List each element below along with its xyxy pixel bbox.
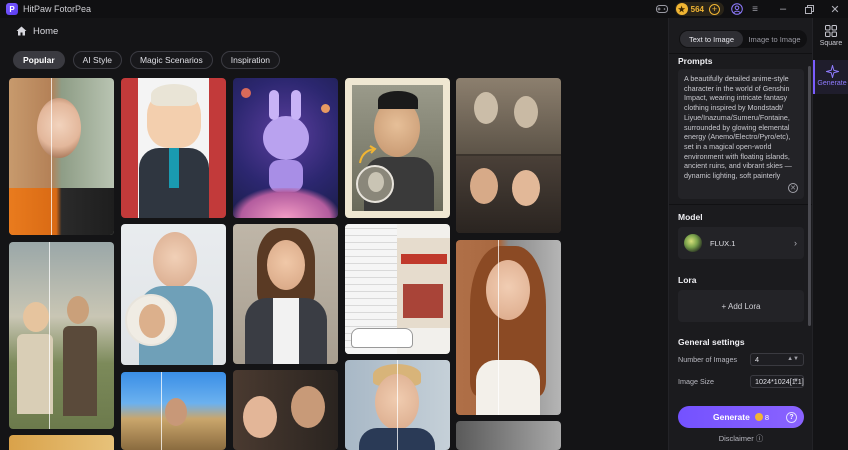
template-gallery <box>9 78 565 450</box>
close-button[interactable]: ✕ <box>822 0 848 18</box>
generate-cost-value: 8 <box>764 412 770 422</box>
menu-icon[interactable]: ≡ <box>748 2 762 16</box>
model-selector[interactable]: FLUX.1 › <box>678 227 804 259</box>
scrollbar-thumb[interactable] <box>808 66 811 326</box>
divider <box>669 53 813 54</box>
gallery-card[interactable] <box>345 360 450 450</box>
gallery-card[interactable] <box>121 224 226 365</box>
general-settings-label: General settings <box>678 337 745 347</box>
app-title: HitPaw FotorPea <box>23 4 92 14</box>
divider <box>669 204 813 205</box>
rail-item-square[interactable]: Square <box>813 24 848 54</box>
chevron-right-icon: › <box>794 238 797 248</box>
generate-panel: Text to Image Image to Image Prompts A b… <box>668 18 813 450</box>
coin-icon <box>754 413 763 421</box>
gallery-card[interactable] <box>9 78 114 235</box>
help-icon[interactable]: ? <box>786 411 797 423</box>
prompt-textarea[interactable]: A beautifully detailed anime-style chara… <box>678 69 804 199</box>
model-label: Model <box>678 212 703 222</box>
gallery-card[interactable] <box>121 78 226 218</box>
gallery-card[interactable] <box>456 78 561 233</box>
coin-icon: ★ <box>675 3 688 15</box>
lora-label: Lora <box>678 275 697 285</box>
gallery-card[interactable] <box>9 435 114 450</box>
home-link[interactable]: Home <box>33 26 58 37</box>
disclaimer-link[interactable]: Disclaimer ⓘ <box>669 433 813 444</box>
tab-ai-style[interactable]: AI Style <box>72 51 122 69</box>
rail-label-square: Square <box>819 40 843 47</box>
number-of-images-stepper[interactable]: 4 ▲▼ <box>750 352 804 366</box>
mode-switch: Text to Image Image to Image <box>679 30 807 48</box>
gallery-card[interactable] <box>121 372 226 450</box>
panel-scrollbar[interactable] <box>808 66 811 398</box>
sparkle-icon <box>825 64 839 78</box>
number-of-images-value: 4 <box>755 354 759 364</box>
coin-balance[interactable]: ★ 564 + <box>674 2 724 16</box>
add-coins-icon[interactable]: + <box>709 3 720 15</box>
grid-icon <box>824 24 838 38</box>
category-tabs: Popular AI Style Magic Scenarios Inspira… <box>13 51 281 69</box>
clear-prompt-icon[interactable]: ✕ <box>788 183 798 193</box>
add-lora-button[interactable]: + Add Lora <box>678 290 804 322</box>
generate-label: Generate <box>712 412 750 422</box>
info-icon: ⓘ <box>755 434 764 443</box>
chevron-down-icon: ▼ <box>793 378 799 384</box>
rail-label-generate: Generate <box>817 80 847 87</box>
tab-image-to-image[interactable]: Image to Image <box>743 31 806 47</box>
gallery-card[interactable] <box>233 370 338 450</box>
tab-magic-scenarios[interactable]: Magic Scenarios <box>129 51 213 69</box>
stepper-arrows-icon[interactable]: ▲▼ <box>787 356 799 362</box>
home-icon[interactable] <box>16 25 28 37</box>
coin-count: 564 <box>690 4 704 14</box>
right-rail: Square Generate <box>812 18 848 450</box>
app-logo-icon: P <box>6 3 18 15</box>
gallery-card[interactable] <box>345 224 450 354</box>
account-icon[interactable] <box>730 2 744 16</box>
gallery-card[interactable] <box>345 78 450 218</box>
title-bar: P HitPaw FotorPea ★ 564 + ≡ – ✕ <box>0 0 848 18</box>
model-thumbnail <box>684 234 702 252</box>
gallery-card[interactable] <box>456 240 561 415</box>
rail-item-generate[interactable]: Generate <box>813 60 848 94</box>
model-name: FLUX.1 <box>710 238 736 248</box>
number-of-images-row: Number of Images 4 ▲▼ <box>678 352 804 366</box>
gallery-card[interactable] <box>233 78 338 218</box>
image-size-label: Image Size <box>678 376 714 386</box>
tab-text-to-image[interactable]: Text to Image <box>680 31 743 47</box>
prompts-label: Prompts <box>678 56 713 66</box>
gallery-card[interactable] <box>456 421 561 450</box>
generate-button[interactable]: Generate 8 ? <box>678 406 804 428</box>
tab-inspiration[interactable]: Inspiration <box>220 51 281 69</box>
minimize-button[interactable]: – <box>770 0 796 18</box>
prompt-text[interactable]: A beautifully detailed anime-style chara… <box>684 74 798 182</box>
breadcrumb: Home <box>0 18 668 44</box>
disclaimer-label: Disclaimer <box>718 434 754 443</box>
image-size-select[interactable]: 1024*1024[1:1] ▼ <box>750 374 804 388</box>
image-size-row: Image Size 1024*1024[1:1] ▼ <box>678 374 804 388</box>
tab-popular[interactable]: Popular <box>13 51 65 69</box>
gallery-card[interactable] <box>233 224 338 364</box>
generate-cost: 8 <box>754 412 770 422</box>
gallery-card[interactable] <box>9 242 114 429</box>
number-of-images-label: Number of Images <box>678 354 738 364</box>
gamepad-icon[interactable] <box>655 2 669 16</box>
restore-button[interactable] <box>796 0 822 18</box>
